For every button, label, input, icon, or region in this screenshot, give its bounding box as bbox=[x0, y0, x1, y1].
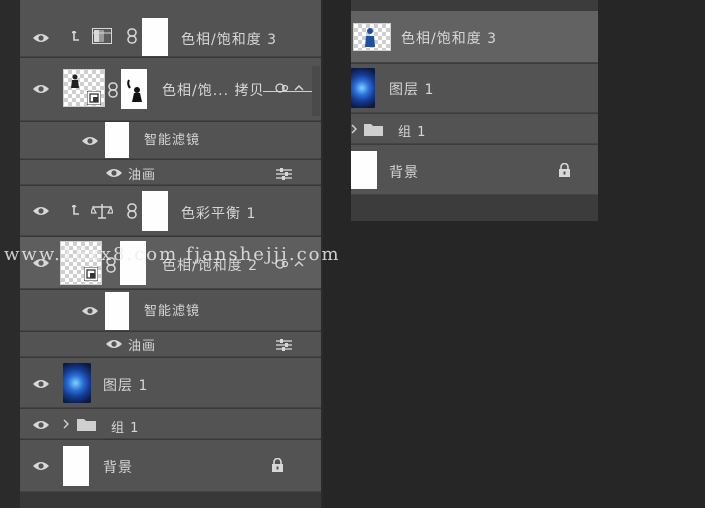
smart-filters-label: 智能滤镜 bbox=[144, 133, 201, 148]
secondary-layers-panel: 色相/饱和度 3 图层 1 组 1 背景 bbox=[351, 0, 598, 221]
filter-row-oil-paint[interactable]: 油画 bbox=[20, 332, 321, 357]
layer-row-hue-saturation-copy[interactable]: 色相/饱... 拷贝 bbox=[20, 58, 321, 121]
visibility-eye-icon[interactable] bbox=[105, 167, 123, 179]
filter-name: 油画 bbox=[128, 168, 157, 183]
layer-mask-thumbnail[interactable] bbox=[142, 18, 168, 56]
scrollbar-thumb[interactable] bbox=[312, 66, 320, 116]
layer-name: 色彩平衡 1 bbox=[181, 206, 257, 222]
visibility-eye-icon[interactable] bbox=[32, 83, 50, 95]
lock-icon[interactable] bbox=[558, 163, 571, 177]
clip-arrow-icon bbox=[72, 31, 80, 43]
mask-link-chain-icon[interactable] bbox=[127, 203, 137, 219]
smart-filters-row[interactable]: 智能滤镜 bbox=[20, 290, 321, 331]
visibility-eye-icon[interactable] bbox=[32, 419, 50, 431]
layer-row-layer-1[interactable]: 图层 1 bbox=[20, 358, 321, 408]
folder-icon bbox=[77, 417, 96, 431]
hue-saturation-adjustment-icon bbox=[92, 28, 112, 44]
filter-blending-options-icon[interactable] bbox=[276, 339, 292, 351]
group-name: 组 1 bbox=[111, 421, 140, 436]
visibility-eye-icon[interactable] bbox=[32, 32, 50, 44]
mask-link-chain-icon[interactable] bbox=[127, 28, 137, 44]
layer-row-layer-1[interactable]: 图层 1 bbox=[351, 64, 598, 113]
layer-name: 背景 bbox=[103, 460, 133, 476]
layer-image-thumbnail[interactable] bbox=[351, 151, 377, 189]
collapse-chevron-icon[interactable] bbox=[294, 84, 304, 91]
smart-filters-label: 智能滤镜 bbox=[144, 304, 201, 319]
mask-figure-shape-icon bbox=[126, 78, 142, 102]
layer-name: 色相/饱和度 3 bbox=[401, 31, 498, 47]
color-balance-scale-icon bbox=[91, 203, 113, 219]
smart-filter-mask-thumbnail[interactable] bbox=[105, 292, 129, 330]
layer-row-group-1[interactable]: 组 1 bbox=[351, 114, 598, 144]
lock-icon[interactable] bbox=[271, 458, 284, 472]
layer-mask-thumbnail[interactable] bbox=[142, 191, 168, 231]
layer-row-group-1[interactable]: 组 1 bbox=[20, 409, 321, 439]
group-name: 组 1 bbox=[398, 125, 427, 140]
visibility-eye-icon[interactable] bbox=[81, 135, 99, 147]
smart-filter-indicator-icon bbox=[275, 82, 289, 94]
visibility-eye-icon[interactable] bbox=[105, 338, 123, 350]
folder-icon bbox=[364, 122, 383, 136]
layer-row-hue-saturation-3[interactable]: 色相/饱和度 3 bbox=[20, 0, 321, 57]
expand-chevron-icon[interactable] bbox=[351, 124, 357, 134]
layer-name: 图层 1 bbox=[103, 378, 149, 394]
mask-link-chain-icon[interactable] bbox=[108, 82, 118, 98]
person-silhouette-icon bbox=[363, 27, 377, 47]
name-underline bbox=[263, 91, 315, 92]
layer-image-thumbnail[interactable] bbox=[63, 363, 91, 403]
layer-row-background[interactable]: 背景 bbox=[351, 145, 598, 195]
layer-name: 色相/饱... 拷贝 bbox=[162, 83, 265, 99]
layer-name: 图层 1 bbox=[389, 82, 435, 98]
smart-filters-row[interactable]: 智能滤镜 bbox=[20, 122, 321, 159]
watermark-text: www.16xx8.com fjanshejji.com bbox=[4, 244, 341, 265]
layer-row-color-balance-1[interactable]: 色彩平衡 1 bbox=[20, 186, 321, 236]
person-silhouette-icon bbox=[70, 74, 80, 88]
smart-object-badge-icon bbox=[87, 91, 101, 105]
layer-name: 色相/饱和度 3 bbox=[181, 32, 278, 48]
layer-image-thumbnail[interactable] bbox=[63, 446, 89, 486]
filter-row-oil-paint[interactable]: 油画 bbox=[20, 160, 321, 185]
visibility-eye-icon[interactable] bbox=[32, 460, 50, 472]
layer-row-background[interactable]: 背景 bbox=[20, 440, 321, 492]
layer-image-thumbnail[interactable] bbox=[351, 68, 375, 108]
visibility-eye-icon[interactable] bbox=[32, 378, 50, 390]
filter-name: 油画 bbox=[128, 339, 157, 354]
visibility-eye-icon[interactable] bbox=[81, 305, 99, 317]
clip-arrow-icon bbox=[72, 205, 80, 217]
layer-name: 背景 bbox=[389, 165, 419, 181]
visibility-eye-icon[interactable] bbox=[32, 205, 50, 217]
expand-chevron-icon[interactable] bbox=[63, 419, 69, 429]
layer-row-hue-saturation-3[interactable]: 色相/饱和度 3 bbox=[351, 11, 598, 63]
filter-blending-options-icon[interactable] bbox=[276, 168, 292, 180]
smart-object-badge-icon bbox=[84, 267, 98, 281]
smart-filter-mask-thumbnail[interactable] bbox=[105, 122, 129, 158]
